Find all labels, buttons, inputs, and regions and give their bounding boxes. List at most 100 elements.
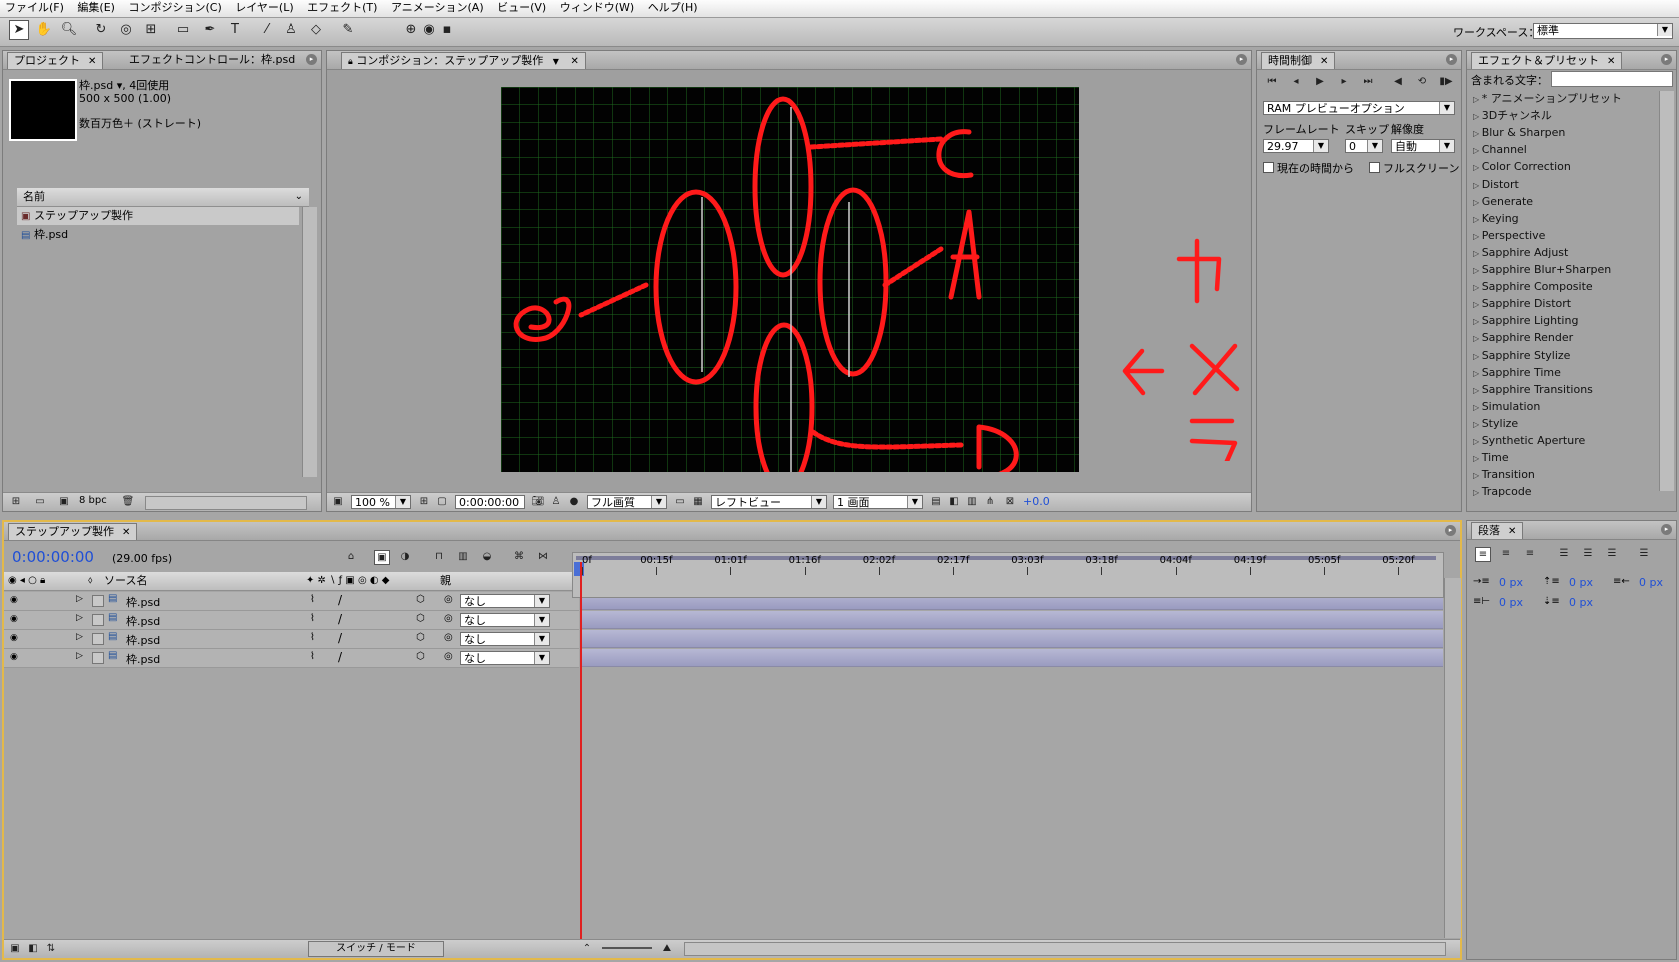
panel-menu-icon[interactable]: ▸	[1445, 525, 1456, 536]
label-color-swatch[interactable]	[92, 614, 104, 626]
always-preview-icon[interactable]: ▣	[331, 495, 345, 508]
eye-icon[interactable]: ◉	[10, 633, 18, 643]
resolution-select[interactable]: 自動 ▼	[1391, 139, 1455, 153]
eye-icon[interactable]: ◉	[10, 614, 18, 624]
layer-duration-bar[interactable]	[581, 630, 1443, 648]
effect-category-item[interactable]: Sapphire Render	[1473, 330, 1573, 346]
rotate-tool-icon[interactable]: ↻	[92, 21, 110, 39]
color-depth-label[interactable]: 8 bpc	[79, 495, 107, 506]
quality-switch-icon[interactable]: /	[338, 631, 342, 645]
parent-select[interactable]: なし ▼	[460, 613, 550, 627]
reset-exposure-icon[interactable]: ⊠	[1003, 495, 1017, 508]
draft-3d-icon[interactable]: ▣	[374, 550, 390, 565]
zoom-tool-icon[interactable]: 🔍︎	[60, 21, 78, 39]
ram-preview-options-select[interactable]: RAM プレビューオプション ▼	[1263, 101, 1455, 115]
toggle-switches-icon[interactable]: ▣	[8, 942, 22, 955]
composition-viewer[interactable]	[501, 87, 1079, 472]
indent-first-line-value[interactable]: 0 px	[1499, 596, 1523, 609]
timeline-layer-row[interactable]: ◉ ▷ ▤ 枠.psd ⌇ / ⬡ ◎ なし ▼	[4, 649, 579, 668]
view-layout-select[interactable]: 1 画面 ▼	[833, 495, 923, 509]
pickwhip-icon[interactable]: ◎	[444, 613, 453, 624]
zoom-in-icon[interactable]: ⛰	[660, 942, 674, 955]
label-color-swatch[interactable]	[92, 595, 104, 607]
menu-view[interactable]: ビュー(V)	[492, 0, 551, 16]
pickwhip-icon[interactable]: ◎	[444, 632, 453, 643]
from-current-time-checkbox[interactable]: 現在の時間から	[1263, 160, 1354, 176]
orbit-camera-tool-icon[interactable]: ◎	[117, 21, 135, 39]
panel-menu-icon[interactable]: ▸	[1236, 54, 1247, 65]
trash-icon[interactable]: 🗑︎	[121, 495, 135, 508]
close-icon[interactable]: ✕	[122, 527, 130, 538]
layer-duration-bar[interactable]	[581, 611, 1443, 629]
3d-layer-switch-icon[interactable]: ⬡	[416, 613, 425, 624]
shy-switch-icon[interactable]: ⌇	[310, 651, 315, 662]
toggle-pixel-aspect-icon[interactable]: ▤	[929, 495, 943, 508]
tab-project[interactable]: プロジェクト ✕	[7, 52, 104, 69]
puppet-pin-tool-icon[interactable]: ✎	[339, 21, 357, 39]
effect-category-item[interactable]: Stylize	[1473, 416, 1518, 432]
indent-right-value[interactable]: 0 px	[1639, 576, 1663, 589]
justify-last-center-icon[interactable]: ☰	[1581, 547, 1595, 560]
new-folder-icon[interactable]: ▭	[33, 495, 47, 508]
tab-effects-presets[interactable]: エフェクト＆プリセット ✕	[1471, 52, 1623, 69]
fast-previews-icon[interactable]: ◧	[947, 495, 961, 508]
parent-select[interactable]: なし ▼	[460, 594, 550, 608]
effect-category-item[interactable]: Sapphire Adjust	[1473, 245, 1569, 261]
eraser-tool-icon[interactable]: ◇	[307, 21, 325, 39]
fullscreen-checkbox[interactable]: フルスクリーン	[1369, 160, 1459, 176]
timeline-layer-row[interactable]: ◉ ▷ ▤ 枠.psd ⌇ / ⬡ ◎ なし ▼	[4, 592, 579, 611]
zoom-out-icon[interactable]: ⌃	[580, 942, 594, 955]
justify-last-right-icon[interactable]: ☰	[1605, 547, 1619, 560]
loop-icon[interactable]: ⟲	[1415, 75, 1429, 88]
space-after-value[interactable]: 0 px	[1569, 596, 1593, 609]
panel-menu-icon[interactable]: ▸	[1661, 54, 1672, 65]
menu-composition[interactable]: コンポジション(C)	[123, 0, 226, 16]
menu-file[interactable]: ファイル(F)	[0, 0, 69, 16]
close-icon[interactable]: ✕	[570, 56, 578, 67]
menu-window[interactable]: ウィンドウ(W)	[555, 0, 639, 16]
layer-duration-bar[interactable]	[581, 649, 1443, 667]
effect-category-item[interactable]: Keying	[1473, 211, 1519, 227]
framerate-select[interactable]: 29.97 ▼	[1263, 139, 1329, 153]
close-icon[interactable]: ✕	[1508, 526, 1516, 537]
play-icon[interactable]: ▶	[1313, 75, 1327, 88]
show-snapshot-icon[interactable]: ♙	[549, 495, 563, 508]
current-time-field[interactable]: 0:00:00:00	[455, 495, 525, 509]
hand-tool-icon[interactable]: ✋	[35, 21, 53, 39]
effects-scrollbar[interactable]	[1659, 91, 1674, 491]
effect-category-item[interactable]: Simulation	[1473, 399, 1541, 415]
region-of-interest-icon[interactable]: ▭	[673, 495, 687, 508]
next-frame-icon[interactable]: ▸	[1337, 75, 1351, 88]
pen-tool-icon[interactable]: ✒	[201, 21, 219, 39]
graph-editor-icon[interactable]: ⌘	[512, 550, 526, 563]
eye-icon[interactable]: ◉	[10, 652, 18, 662]
effect-category-item[interactable]: Perspective	[1473, 228, 1546, 244]
rgb-channels-icon[interactable]: ●	[567, 495, 581, 508]
shy-layers-icon[interactable]: ◑	[398, 550, 412, 563]
transparency-grid-icon[interactable]: ▦	[691, 495, 705, 508]
effect-category-item[interactable]: Channel	[1473, 142, 1527, 158]
effect-category-item[interactable]: Sapphire Transitions	[1473, 382, 1593, 398]
menu-help[interactable]: ヘルプ(H)	[643, 0, 703, 16]
panel-menu-icon[interactable]: ▸	[1661, 524, 1672, 535]
menu-effect[interactable]: エフェクト(T)	[302, 0, 382, 16]
panel-menu-icon[interactable]: ▸	[1446, 54, 1457, 65]
space-before-value[interactable]: 0 px	[1569, 576, 1593, 589]
zoom-slider[interactable]	[602, 947, 652, 949]
tab-time-control[interactable]: 時間制御 ✕	[1261, 52, 1336, 69]
pickwhip-icon[interactable]: ◎	[444, 594, 453, 605]
selection-tool-icon[interactable]: ➤	[9, 20, 29, 40]
effect-category-item[interactable]: Generate	[1473, 194, 1533, 210]
shy-switch-icon[interactable]: ⌇	[310, 594, 315, 605]
column-parent[interactable]: 親	[440, 572, 451, 590]
audio-icon[interactable]: ◀	[1391, 75, 1405, 88]
effect-category-item[interactable]: Sapphire Composite	[1473, 279, 1593, 295]
skip-select[interactable]: 0 ▼	[1345, 139, 1383, 153]
first-frame-icon[interactable]: ⏮	[1265, 75, 1279, 88]
brush-tool-icon[interactable]: ⁄	[258, 21, 276, 39]
shy-switch-icon[interactable]: ⌇	[310, 613, 315, 624]
justify-last-left-icon[interactable]: ☰	[1557, 547, 1571, 560]
clone-stamp-tool-icon[interactable]: ♙	[282, 21, 300, 39]
effect-category-item[interactable]: Sapphire Blur+Sharpen	[1473, 262, 1612, 278]
eye-icon[interactable]: ◉	[10, 595, 18, 605]
